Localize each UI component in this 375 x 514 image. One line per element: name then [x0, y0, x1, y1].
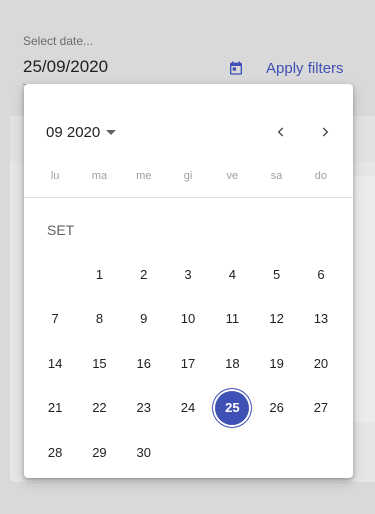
weekday-label: me [136, 170, 152, 182]
day-cell[interactable]: 11 [210, 297, 254, 342]
day-number: 12 [269, 311, 284, 327]
day-number: 27 [313, 400, 329, 416]
apply-filters-button[interactable]: Apply filters [262, 57, 348, 79]
day-number: 13 [313, 311, 329, 327]
month-label: SET [47, 222, 75, 238]
day-cell[interactable]: 5 [254, 252, 298, 297]
weekday-label: gi [183, 170, 193, 182]
day-cell[interactable]: 29 [77, 430, 121, 475]
day-cell[interactable]: 8 [77, 297, 121, 342]
day-cell[interactable]: 4 [210, 252, 254, 297]
weekday-header: lu ma me gi ve sa do [33, 170, 343, 182]
day-cell[interactable]: 18 [210, 341, 254, 386]
day-number: 8 [95, 311, 104, 327]
day-cell[interactable]: 3 [166, 252, 210, 297]
day-number: 28 [47, 444, 63, 460]
day-cell[interactable]: 28 [33, 430, 77, 475]
weekday-label: ve [226, 170, 239, 182]
day-number: 19 [269, 355, 284, 371]
day-number: 24 [180, 400, 196, 416]
day-number: 16 [136, 355, 151, 371]
day-number: 10 [180, 311, 196, 327]
day-cell[interactable]: 17 [166, 341, 210, 386]
selected-day-cell[interactable]: 25 [210, 386, 254, 431]
day-cell[interactable]: 9 [122, 297, 166, 342]
day-cell[interactable]: 23 [122, 386, 166, 431]
day-cell[interactable]: 6 [299, 252, 343, 297]
day-number: 14 [47, 355, 63, 371]
day-cell[interactable]: 2 [122, 252, 166, 297]
day-number: 26 [269, 400, 284, 416]
day-number: 21 [47, 400, 63, 416]
day-cell[interactable]: 30 [122, 430, 166, 475]
chevron-left-icon [277, 127, 284, 137]
weekday-label: ma [91, 170, 108, 182]
day-cell[interactable]: 15 [77, 341, 121, 386]
date-field-label: Select date... [23, 34, 94, 48]
day-number: 4 [228, 266, 236, 282]
weekday-label: sa [270, 170, 283, 182]
day-number: 22 [92, 400, 107, 416]
background-card-strip [352, 176, 375, 422]
date-input[interactable]: 25/09/2020 [23, 57, 108, 77]
day-cell[interactable]: 10 [166, 297, 210, 342]
day-number: 3 [184, 266, 192, 282]
caret-down-icon [106, 129, 117, 135]
next-month-button[interactable] [313, 120, 337, 144]
period-toggle-button[interactable]: 09 2020 [46, 121, 117, 143]
day-cell[interactable]: 26 [254, 386, 298, 431]
day-number: 18 [225, 355, 240, 371]
chevron-right-icon [322, 127, 329, 137]
day-number: 6 [317, 266, 325, 282]
day-number: 7 [51, 311, 59, 327]
day-cell[interactable]: 22 [77, 386, 121, 431]
header-divider [24, 197, 353, 198]
day-number: 23 [136, 400, 151, 416]
day-number: 5 [273, 266, 281, 282]
day-cell[interactable]: 27 [299, 386, 343, 431]
day-cell[interactable]: 24 [166, 386, 210, 431]
empty-day-cell [33, 252, 77, 297]
day-number: 9 [140, 311, 148, 327]
day-cell[interactable]: 13 [299, 297, 343, 342]
day-cell[interactable]: 12 [254, 297, 298, 342]
day-number: 2 [140, 266, 148, 282]
day-cell[interactable]: 20 [299, 341, 343, 386]
day-number: 17 [180, 355, 196, 371]
day-cell[interactable]: 19 [254, 341, 298, 386]
day-cell[interactable]: 21 [33, 386, 77, 431]
day-cell[interactable]: 1 [77, 252, 121, 297]
datepicker-popup: 09 2020 lu ma me gi ve sa do SET 1234567… [24, 84, 353, 478]
day-cell[interactable]: 14 [33, 341, 77, 386]
day-number: 1 [95, 266, 104, 282]
day-number: 30 [136, 444, 151, 460]
day-cell[interactable]: 16 [122, 341, 166, 386]
day-cell[interactable]: 7 [33, 297, 77, 342]
previous-month-button[interactable] [269, 120, 293, 144]
day-number: 25 [213, 388, 252, 427]
day-number: 11 [225, 311, 240, 327]
calendar-icon[interactable] [228, 60, 244, 76]
day-number: 15 [92, 355, 107, 371]
day-grid: 1 2 3 4 5 6 7 8 9 10 11 12 13 14 15 16 17 18 19 20 21 22 23 24 2… [33, 252, 343, 475]
day-number: 29 [92, 444, 107, 460]
weekday-label: lu [50, 170, 60, 182]
weekday-label: do [314, 170, 327, 182]
day-number: 20 [313, 355, 329, 371]
period-label: 09 2020 [46, 123, 101, 141]
